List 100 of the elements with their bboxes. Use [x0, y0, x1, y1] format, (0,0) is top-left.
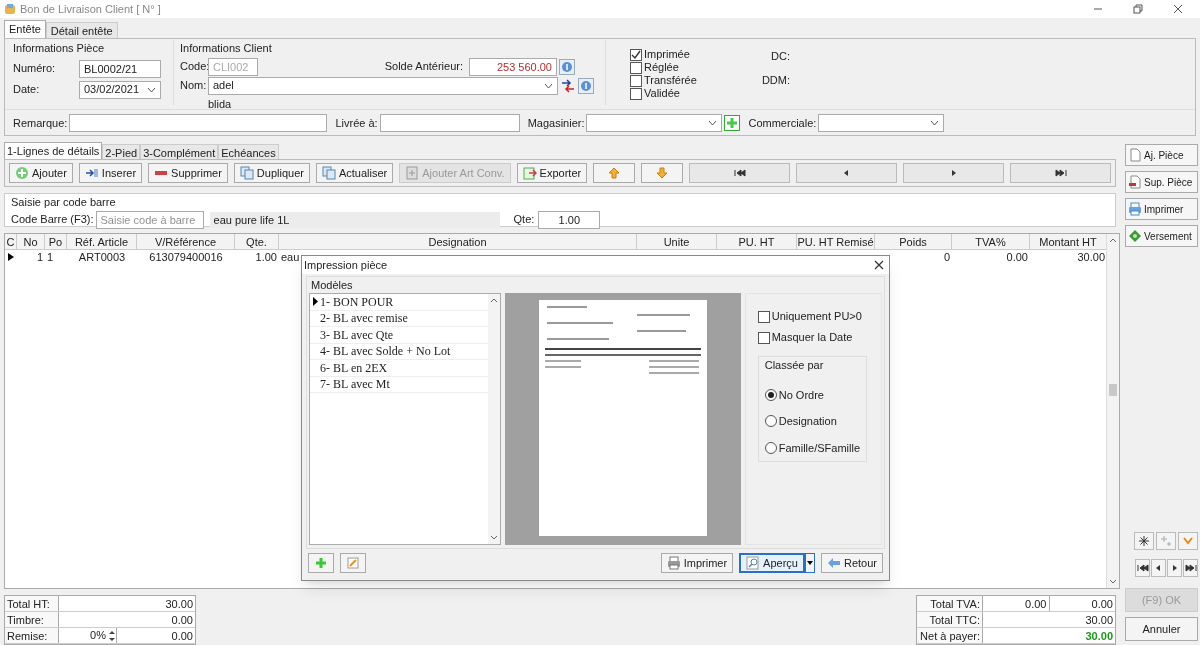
column-header[interactable]: Réf. Article: [67, 234, 137, 249]
percent-spinner[interactable]: 0%: [59, 628, 117, 643]
tab[interactable]: 3-Complément: [140, 144, 219, 159]
column-header[interactable]: C: [5, 234, 17, 249]
dropdown-field[interactable]: 03/02/2021: [79, 80, 161, 99]
radio-button[interactable]: [764, 441, 777, 454]
transfer-icon[interactable]: [560, 77, 576, 94]
column-header[interactable]: Qte.: [235, 234, 279, 249]
group-title: Modèles: [310, 278, 354, 293]
back-arrow-icon: [826, 556, 841, 570]
printer-icon: [666, 556, 681, 570]
toolbar-button[interactable]: Exporter: [516, 163, 588, 183]
scrollbar[interactable]: [488, 294, 501, 544]
side-button[interactable]: Versement: [1125, 225, 1198, 247]
arrow-up-icon: [608, 167, 621, 179]
navigation-button[interactable]: [1167, 559, 1182, 577]
checkbox[interactable]: [757, 310, 770, 323]
dropdown-field[interactable]: [586, 114, 723, 132]
dropdown-button[interactable]: [804, 553, 815, 573]
scrollbar[interactable]: [1106, 234, 1119, 588]
checkbox[interactable]: [630, 61, 642, 74]
navigation-button[interactable]: [1135, 559, 1150, 577]
checkbox[interactable]: [757, 331, 770, 344]
input-field[interactable]: 253 560.00: [469, 57, 557, 76]
cancel-button[interactable]: Annuler: [1125, 617, 1198, 641]
move-up-button[interactable]: [593, 163, 636, 183]
group-title: Saisie par code barre: [11, 195, 117, 210]
list-item[interactable]: 2- BL avec remise: [310, 310, 489, 327]
input-field[interactable]: BL0002/21: [79, 59, 161, 78]
table-cell-text: 1: [35, 250, 44, 264]
column-header[interactable]: Unite: [637, 234, 717, 249]
checkbox-label[interactable]: Masquer la Date: [771, 329, 853, 346]
list-item[interactable]: 4- BL avec Solde + No Lot: [310, 343, 489, 360]
side-button[interactable]: Imprimer: [1125, 198, 1198, 220]
column-header[interactable]: Designation: [279, 234, 637, 249]
radio-button[interactable]: [764, 415, 777, 428]
column-header[interactable]: PU. HT Remisé: [797, 234, 875, 249]
list-item[interactable]: 3- BL avec Qte: [310, 327, 489, 344]
list-item[interactable]: 1- BON POUR: [310, 294, 489, 311]
navigation-button[interactable]: [1183, 559, 1198, 577]
toolbar-button[interactable]: Supprimer: [148, 163, 228, 183]
list-item[interactable]: 7- BL avec Mt: [310, 376, 489, 393]
radio-label[interactable]: Famille/SFamille: [778, 439, 860, 456]
checkbox-label[interactable]: Uniquement PU>0: [771, 308, 862, 325]
small-button[interactable]: [1134, 532, 1154, 550]
column-header[interactable]: V/Référence: [137, 234, 235, 249]
tab[interactable]: Détail entête: [45, 22, 118, 38]
radio-label[interactable]: Designation: [778, 413, 837, 430]
add-icon[interactable]: [724, 115, 741, 131]
group-title: Informations Pièce: [13, 41, 106, 56]
tab[interactable]: Entête: [4, 20, 46, 38]
dropdown-field[interactable]: [818, 114, 945, 132]
dropdown-field[interactable]: adel: [208, 76, 558, 95]
export-icon: [522, 166, 537, 180]
plus-icon: [315, 557, 327, 569]
navigation-button[interactable]: [1151, 559, 1166, 577]
dialog-button[interactable]: Aperçu: [739, 553, 805, 573]
total-label: Timbre:: [5, 612, 59, 627]
column-header[interactable]: Montant HT: [1030, 234, 1107, 249]
close-icon: [1172, 3, 1184, 15]
field-label: Date:: [13, 82, 41, 98]
radio-label[interactable]: No Ordre: [778, 386, 824, 403]
side-button[interactable]: Aj. Pièce: [1125, 144, 1198, 166]
toolbar-button[interactable]: Inserer: [78, 163, 143, 183]
client-address: blida: [208, 96, 233, 112]
spinner-arrows-icon: [108, 628, 116, 643]
input-field[interactable]: [69, 114, 328, 132]
column-header[interactable]: No: [17, 234, 45, 249]
pencil-icon: [347, 557, 359, 569]
checkbox[interactable]: [630, 74, 642, 87]
side-button[interactable]: Sup. Pièce: [1125, 171, 1198, 193]
column-header[interactable]: TVA%: [952, 234, 1030, 249]
star-icon: [1138, 535, 1150, 547]
scroll-thumb[interactable]: [1109, 384, 1117, 396]
quantity-field[interactable]: 1.00: [538, 210, 601, 229]
tab[interactable]: 2-Pied: [102, 144, 141, 159]
dialog-button[interactable]: Imprimer: [660, 553, 734, 573]
close-icon[interactable]: [873, 259, 885, 271]
move-down-button[interactable]: [641, 163, 684, 183]
edit-button[interactable]: [340, 553, 366, 573]
column-header[interactable]: Poids: [875, 234, 952, 249]
group-title: Informations Client: [180, 41, 273, 56]
tab[interactable]: 1-Lignes de détails: [4, 142, 103, 159]
tab[interactable]: Echéances: [218, 144, 279, 159]
toolbar-button[interactable]: Dupliquer: [233, 163, 310, 183]
radio-button[interactable]: [764, 388, 777, 401]
checkbox[interactable]: [630, 87, 642, 100]
column-header[interactable]: PU. HT: [717, 234, 797, 249]
add-button[interactable]: [308, 553, 334, 573]
barcode-field[interactable]: Saisie code à barre: [95, 210, 204, 229]
toolbar-button[interactable]: Ajouter: [9, 163, 73, 183]
dropdown-caret-icon: [708, 120, 718, 126]
total-value: 30.00: [59, 596, 195, 611]
checkbox[interactable]: [630, 48, 642, 61]
list-item[interactable]: 6- BL en 2EX: [310, 360, 489, 377]
total-label: Total HT:: [5, 596, 59, 611]
input-field[interactable]: [379, 114, 520, 132]
toolbar-button[interactable]: Actualiser: [315, 163, 394, 183]
dialog-button[interactable]: Retour: [820, 553, 883, 573]
column-header[interactable]: Po: [45, 234, 67, 249]
